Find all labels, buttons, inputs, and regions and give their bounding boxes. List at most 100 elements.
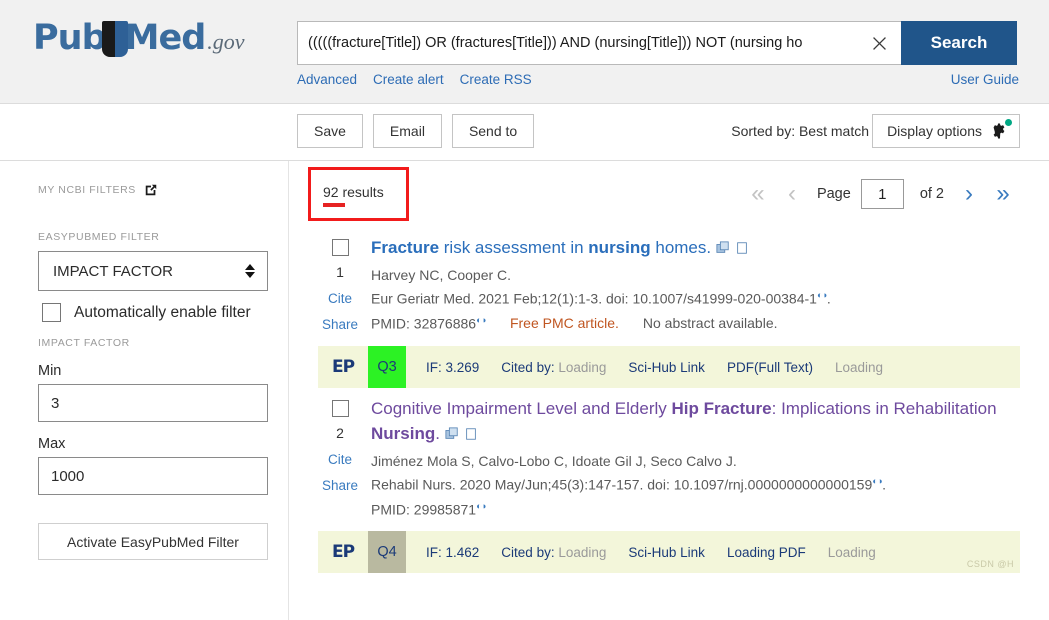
easypubmed-bar: EP Q3 IF: 3.269 Cited by: Loading Sci-Hu… — [318, 346, 1020, 388]
min-input[interactable] — [38, 384, 268, 422]
clipboard-icon[interactable] — [464, 427, 478, 441]
result-item: 1 Cite Share Fracture risk assessment in… — [318, 227, 1020, 332]
last-page-button[interactable]: » — [988, 182, 1018, 206]
results-panel: 92 results « ‹ Page of 2 › » 1 Cite Shar… — [289, 161, 1049, 620]
watermark: CSDN @H — [966, 559, 1014, 570]
result-authors: Jiménez Mola S, Calvo-Lobo C, Idoate Gil… — [371, 453, 737, 469]
email-button[interactable]: Email — [372, 114, 442, 148]
create-alert-link[interactable]: Create alert — [373, 72, 444, 87]
search-input[interactable] — [297, 21, 858, 65]
result-meta: PMID: 32876886◐◑ Free PMC article. No ab… — [371, 315, 1020, 332]
count-underline — [323, 203, 345, 207]
search-subnav: Advanced Create alert Create RSS — [297, 72, 532, 87]
title-icons — [716, 241, 749, 255]
next-page-button[interactable]: › — [954, 182, 984, 206]
external-link-icon[interactable] — [144, 183, 158, 197]
cited-by: Cited by: Loading — [501, 359, 607, 375]
title-icons — [445, 427, 478, 441]
result-actions: 2 Cite Share — [318, 396, 362, 517]
similar-articles-icon[interactable] — [716, 241, 730, 255]
result-number: 2 — [336, 425, 344, 441]
create-rss-link[interactable]: Create RSS — [460, 72, 532, 87]
result-pmid: PMID: 29985871◐◑ — [371, 500, 486, 518]
prev-page-button[interactable]: ‹ — [777, 182, 807, 206]
link-out-icon[interactable]: ◐◑ — [476, 501, 486, 511]
max-input[interactable] — [38, 457, 268, 495]
easypubmed-logo-icon: EP — [331, 542, 355, 563]
similar-articles-icon[interactable] — [445, 427, 459, 441]
no-abstract-label: No abstract available. — [642, 314, 778, 331]
result-checkbox[interactable] — [331, 239, 349, 256]
my-ncbi-filters-header: MY NCBI FILTERS — [38, 183, 288, 197]
scihub-link[interactable]: Sci-Hub Link — [628, 545, 705, 560]
result-citation: Eur Geriatr Med. 2021 Feb;12(1):1-3. doi… — [371, 290, 831, 307]
result-actions: 1 Cite Share — [318, 235, 362, 332]
link-out-icon[interactable]: ◐◑ — [476, 315, 486, 325]
display-options-button[interactable]: Display options — [872, 114, 1020, 148]
link-out-icon[interactable]: ◐◑ — [817, 290, 827, 300]
first-page-button[interactable]: « — [743, 182, 773, 206]
results-toolbar: Save Email Send to Sorted by: Best match… — [0, 104, 1049, 161]
result-checkbox[interactable] — [331, 400, 349, 417]
impact-factor-select[interactable]: IMPACT FACTOR — [38, 251, 268, 291]
quartile-badge: Q3 — [368, 346, 406, 388]
citation-text: Eur Geriatr Med. 2021 Feb;12(1):1-3. doi… — [371, 290, 817, 307]
pdf-link[interactable]: PDF(Full Text) — [727, 360, 813, 375]
clipboard-icon[interactable] — [735, 241, 749, 255]
citation-text: Rehabil Nurs. 2020 May/Jun;45(3):147-157… — [371, 476, 873, 493]
page-label: Page — [816, 186, 851, 202]
logo-med-text: Med — [124, 18, 207, 58]
result-item: 2 Cite Share Cognitive Impairment Level … — [318, 388, 1020, 517]
filters-sidebar: MY NCBI FILTERS EASYPUBMED FILTER IMPACT… — [0, 161, 289, 620]
display-options-label: Display options — [887, 123, 982, 139]
auto-enable-filter-row[interactable]: Automatically enable filter — [42, 303, 288, 322]
ep-extra-status: Loading — [827, 544, 876, 560]
scihub-link[interactable]: Sci-Hub Link — [628, 360, 705, 375]
share-link[interactable]: Share — [322, 317, 358, 332]
result-title-link[interactable]: Fracture risk assessment in nursing home… — [371, 238, 711, 257]
share-link[interactable]: Share — [322, 478, 358, 493]
pdf-link[interactable]: Loading PDF — [727, 545, 806, 560]
ep-extra-status: Loading — [834, 359, 884, 375]
result-pmid: PMID: 32876886◐◑ — [371, 314, 486, 332]
easypubmed-bar: EP Q4 IF: 1.462 Cited by: Loading Sci-Hu… — [318, 531, 1020, 574]
cited-by: Cited by: Loading — [501, 544, 607, 560]
search-bar: Search — [297, 21, 1017, 65]
page-body: MY NCBI FILTERS EASYPUBMED FILTER IMPACT… — [0, 161, 1049, 620]
advanced-link[interactable]: Advanced — [297, 72, 357, 87]
min-label: Min — [38, 363, 62, 379]
user-guide-link[interactable]: User Guide — [951, 72, 1019, 87]
cite-link[interactable]: Cite — [328, 452, 352, 467]
my-ncbi-filters-label: MY NCBI FILTERS — [38, 184, 136, 196]
cite-link[interactable]: Cite — [328, 291, 352, 306]
gear-icon — [990, 119, 1012, 140]
result-content: Fracture risk assessment in nursing home… — [362, 235, 1020, 332]
send-to-button[interactable]: Send to — [451, 114, 535, 148]
book-icon — [101, 21, 128, 59]
easypubmed-filter-label: EASYPUBMED FILTER — [38, 231, 160, 243]
auto-enable-filter-label: Automatically enable filter — [74, 303, 251, 321]
result-number: 1 — [336, 264, 344, 280]
cited-by-value: Loading — [558, 544, 607, 560]
logo-pub-text: Pub — [33, 18, 107, 58]
auto-enable-filter-checkbox[interactable] — [42, 303, 61, 322]
activate-easypubmed-filter-button[interactable]: Activate EasyPubMed Filter — [38, 523, 268, 560]
notification-dot — [1005, 119, 1012, 126]
page-input[interactable] — [860, 179, 904, 209]
search-button[interactable]: Search — [901, 21, 1017, 65]
clear-search-button[interactable] — [858, 21, 901, 65]
pagination: « ‹ Page of 2 › » — [743, 179, 1018, 209]
result-content: Cognitive Impairment Level and Elderly H… — [362, 396, 1020, 517]
impact-factor-section-label: IMPACT FACTOR — [38, 337, 130, 349]
impact-factor-value: IF: 3.269 — [426, 359, 480, 375]
link-out-icon[interactable]: ◐◑ — [872, 476, 882, 486]
impact-factor-select-value: IMPACT FACTOR — [53, 262, 174, 280]
result-meta: PMID: 29985871◐◑ — [371, 501, 1020, 518]
save-button[interactable]: Save — [297, 114, 363, 148]
sorted-by-label[interactable]: Sorted by: Best match — [731, 123, 869, 139]
results-count: 92 results — [323, 184, 384, 207]
free-pmc-label: Free PMC article. — [509, 314, 619, 331]
cited-by-value: Loading — [558, 359, 607, 375]
impact-factor-value: IF: 1.462 — [426, 544, 480, 560]
result-citation: Rehabil Nurs. 2020 May/Jun;45(3):147-157… — [371, 476, 887, 493]
